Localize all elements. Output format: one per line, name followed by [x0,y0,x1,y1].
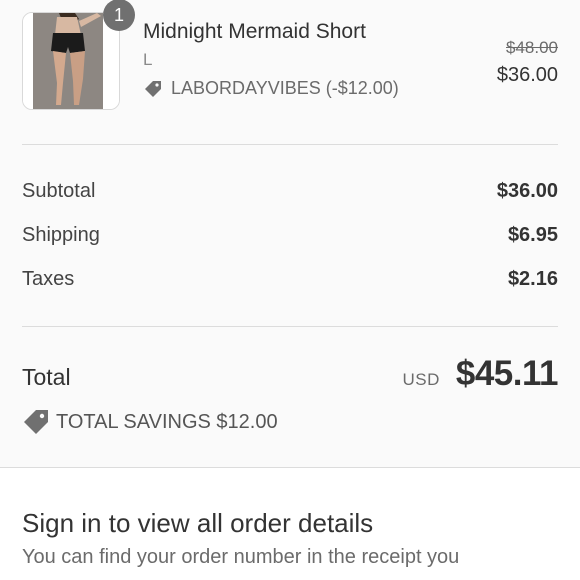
product-thumbnail [22,12,120,110]
sign-in-section: Sign in to view all order details You ca… [0,467,580,580]
discount-code: LABORDAYVIBES (-$12.00) [143,78,399,99]
subtotal-label: Subtotal [22,180,96,202]
divider [22,326,558,327]
shipping-label: Shipping [22,224,100,246]
divider [22,144,558,145]
product-photo-icon [23,13,119,109]
taxes-label: Taxes [22,268,75,290]
total-savings-label: TOTAL SAVINGS $12.00 [56,410,278,433]
taxes-value: $2.16 [507,268,558,290]
sign-in-title: Sign in to view all order details [22,508,374,538]
product-variant: L [143,50,153,69]
currency-code: USD [402,370,440,389]
subtotal-row: Subtotal $36.00 [22,180,558,203]
tag-icon [145,80,161,97]
shipping-value: $6.95 [507,224,558,246]
total-savings: TOTAL SAVINGS $12.00 [22,408,278,436]
shipping-row: Shipping $6.95 [22,224,558,247]
total-amount-group: USD $45.11 [402,354,558,394]
taxes-row: Taxes $2.16 [22,268,558,291]
order-summary: 1 Midnight Mermaid Short L LABORDAYVIBES… [0,0,580,467]
quantity-badge: 1 [103,0,135,31]
product-name: Midnight Mermaid Short [143,20,366,43]
subtotal-value: $36.00 [496,180,558,202]
tag-icon [24,410,48,434]
sale-price: $36.00 [496,64,558,86]
discount-code-label: LABORDAYVIBES (-$12.00) [171,78,399,98]
total-amount: $45.11 [455,354,559,393]
original-price: $48.00 [506,38,558,57]
total-label: Total [22,364,71,390]
sign-in-description: You can find your order number in the re… [22,546,460,568]
